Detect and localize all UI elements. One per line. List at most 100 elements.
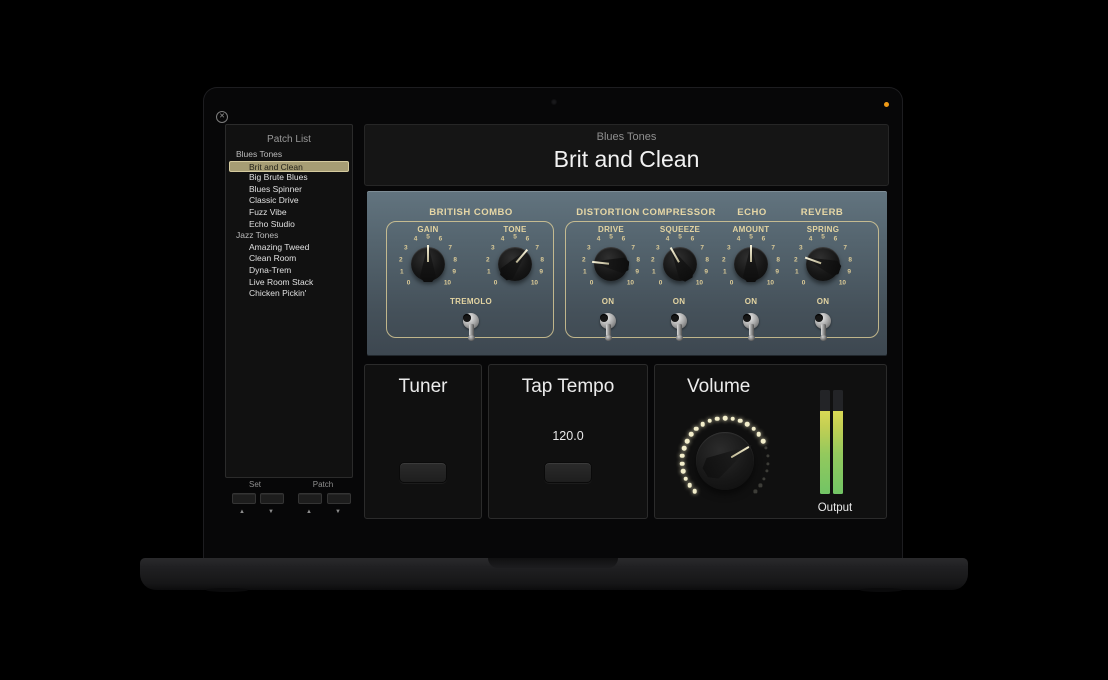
knob-tick: 8 <box>453 256 457 263</box>
switch-hole <box>463 314 471 322</box>
knob-tick: 9 <box>704 269 708 276</box>
volume-led-dot <box>730 416 735 421</box>
patch-up-arrow-icon[interactable]: ▲ <box>303 509 315 515</box>
volume-led-dot <box>757 432 762 437</box>
knob-tick: 0 <box>730 280 734 287</box>
knob-tick: 4 <box>501 236 505 243</box>
switch-ball <box>676 335 683 341</box>
patch-header: Blues Tones Brit and Clean <box>364 124 889 186</box>
knob-tone[interactable]: 012345678910 <box>479 228 551 300</box>
laptop-base <box>140 558 968 590</box>
bpm-value: 120.0 <box>489 429 647 443</box>
knob-tick: 6 <box>439 236 443 243</box>
volume-led-dot <box>694 427 699 432</box>
volume-title: Volume <box>655 376 886 398</box>
patch-list-item[interactable]: Fuzz Vibe <box>226 207 352 219</box>
toggle-switch-tremolo[interactable] <box>459 310 483 344</box>
toggle-switch-distortion[interactable] <box>596 310 620 344</box>
patch-down-arrow-icon[interactable]: ▼ <box>332 509 344 515</box>
knob-squeeze[interactable]: 012345678910 <box>644 228 716 300</box>
knob-tick: 1 <box>795 269 799 276</box>
knob-tick: 2 <box>486 256 490 263</box>
patch-group-name: Blues Tones <box>365 131 888 143</box>
knob-tick: 0 <box>802 280 806 287</box>
amp-section-title: BRITISH COMBO <box>429 207 513 218</box>
volume-led-dot <box>700 422 705 427</box>
set-down-arrow-icon[interactable]: ▼ <box>265 509 277 515</box>
toggle-switch-reverb[interactable] <box>811 310 835 344</box>
knob-tick: 4 <box>809 236 813 243</box>
knob-tick: 3 <box>799 244 803 251</box>
volume-led-dot <box>687 483 692 488</box>
knob-tick: 5 <box>426 233 430 240</box>
patch-list-item[interactable]: Live Room Stack <box>226 277 352 289</box>
volume-knob[interactable] <box>675 411 775 511</box>
knob-amount[interactable]: 012345678910 <box>715 228 787 300</box>
knob-drive[interactable]: 012345678910 <box>575 228 647 300</box>
volume-led-dot <box>759 484 762 487</box>
patch-list-item[interactable]: Clean Room <box>226 253 352 265</box>
volume-led-dot <box>707 418 712 423</box>
patch-group-label: Jazz Tones <box>226 230 352 242</box>
set-prev-button[interactable] <box>232 493 256 504</box>
tap-tempo-title: Tap Tempo <box>489 376 647 398</box>
laptop-foot <box>860 588 902 592</box>
amp-section-title: DISTORTION <box>576 207 639 218</box>
tuner-panel: Tuner <box>364 364 482 519</box>
knob-tick: 8 <box>848 256 852 263</box>
patch-list-item[interactable]: Echo Studio <box>226 219 352 231</box>
volume-led-dot <box>680 454 685 459</box>
patch-list-item[interactable]: Dyna-Trem <box>226 265 352 277</box>
set-next-button[interactable] <box>260 493 284 504</box>
knob-tick: 2 <box>399 256 403 263</box>
patch-next-button[interactable] <box>327 493 351 504</box>
volume-panel: Volume Output <box>654 364 887 519</box>
knob-tick: 10 <box>696 280 703 287</box>
knob-tick: 3 <box>656 244 660 251</box>
tuner-button[interactable] <box>399 462 447 483</box>
toggle-switch-echo[interactable] <box>739 310 763 344</box>
knob-tick: 9 <box>539 269 543 276</box>
toggle-switch-compressor[interactable] <box>667 310 691 344</box>
knob-tick: 3 <box>727 244 731 251</box>
knob-tick: 7 <box>448 244 452 251</box>
knob-tick: 4 <box>597 236 601 243</box>
patch-list-item[interactable]: Brit and Clean <box>229 161 349 173</box>
knob-tick: 0 <box>659 280 663 287</box>
volume-led-dot <box>764 447 767 450</box>
patch-list-item[interactable]: Big Brute Blues <box>226 172 352 184</box>
patch-list-item[interactable]: Amazing Tweed <box>226 242 352 254</box>
patch-list-item[interactable]: Blues Spinner <box>226 184 352 196</box>
knob-gain[interactable]: 012345678910 <box>392 228 464 300</box>
volume-led-dot <box>680 461 685 466</box>
patch-list-panel: Patch List Blues TonesBrit and CleanBig … <box>225 124 353 478</box>
patch-list-item[interactable]: Chicken Pickin' <box>226 288 352 300</box>
patch-list-title: Patch List <box>226 134 352 145</box>
knob-tick: 4 <box>666 236 670 243</box>
camera-icon <box>551 99 557 105</box>
switch-ball <box>468 335 475 341</box>
switch-label: ON <box>745 297 758 306</box>
knob-tick: 1 <box>723 269 727 276</box>
knob-spring[interactable]: 012345678910 <box>787 228 859 300</box>
laptop-foot <box>206 588 248 592</box>
meter-fill <box>820 411 830 494</box>
knob-tick: 1 <box>400 269 404 276</box>
knob-tick: 9 <box>452 269 456 276</box>
tap-tempo-button[interactable] <box>544 462 592 483</box>
knob-tick: 7 <box>631 244 635 251</box>
volume-led-dot <box>766 454 769 457</box>
tap-tempo-panel: Tap Tempo 120.0 <box>488 364 648 519</box>
knob-tick: 7 <box>535 244 539 251</box>
set-up-arrow-icon[interactable]: ▲ <box>236 509 248 515</box>
knob-tick: 3 <box>404 244 408 251</box>
patch-list-item[interactable]: Classic Drive <box>226 195 352 207</box>
knob-tick: 6 <box>526 236 530 243</box>
knob-pointer-line <box>427 245 429 262</box>
tuner-title: Tuner <box>365 376 481 398</box>
switch-label: ON <box>673 297 686 306</box>
knob-tick: 9 <box>847 269 851 276</box>
patch-label: Patch <box>303 480 343 489</box>
close-icon[interactable]: ✕ <box>216 111 228 123</box>
patch-prev-button[interactable] <box>298 493 322 504</box>
